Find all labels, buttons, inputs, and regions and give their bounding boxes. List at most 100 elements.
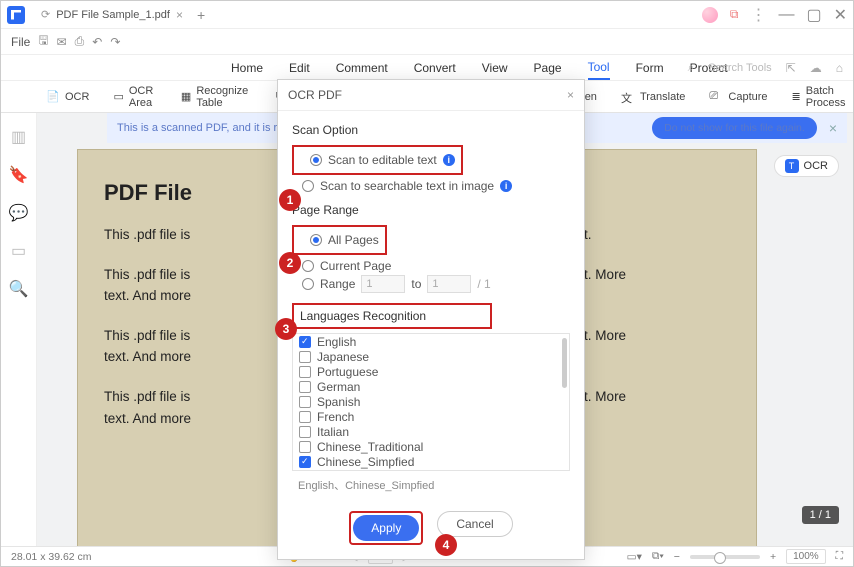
tab-close-icon[interactable]: × <box>176 8 183 22</box>
titlebar: ⟳ PDF File Sample_1.pdf × + ⧉ ⋮ — ▢ ✕ <box>1 1 853 29</box>
menu-convert[interactable]: Convert <box>414 57 456 79</box>
zoom-in-icon[interactable]: + <box>770 551 776 563</box>
scan-option-label: Scan Option <box>292 123 570 137</box>
page-badge: 1 / 1 <box>802 506 839 524</box>
redo-icon[interactable]: ↷ <box>110 35 120 49</box>
language-list[interactable]: EnglishJapanesePortugueseGermanSpanishFr… <box>292 333 570 471</box>
tool-translate[interactable]: 文Translate <box>621 90 685 104</box>
minimize-icon[interactable]: — <box>778 6 794 24</box>
mail-icon[interactable]: ✉ <box>57 35 67 49</box>
search-panel-icon[interactable]: 🔍 <box>9 279 29 299</box>
callout-3: 3 <box>275 318 297 340</box>
checkbox-icon <box>299 381 311 393</box>
close-icon[interactable]: ✕ <box>834 5 847 25</box>
tool-batch[interactable]: ≣Batch Process <box>792 85 851 109</box>
tab-document[interactable]: ⟳ PDF File Sample_1.pdf × <box>33 4 191 26</box>
fit-width-icon[interactable]: ▭▾ <box>627 551 642 563</box>
lang-option-portuguese[interactable]: Portuguese <box>299 365 569 379</box>
lang-option-japanese[interactable]: Japanese <box>299 350 569 364</box>
dialog-close-icon[interactable]: × <box>567 88 574 102</box>
radio-icon <box>302 278 314 290</box>
file-menu[interactable]: File <box>11 35 30 49</box>
banner-close-icon[interactable]: × <box>829 120 837 136</box>
checkbox-icon <box>299 336 311 348</box>
fullscreen-icon[interactable]: ⛶ <box>836 550 843 563</box>
range-to-input[interactable] <box>427 275 471 293</box>
menu-form[interactable]: Form <box>636 57 664 79</box>
status-coords: 28.01 x 39.62 cm <box>11 551 92 563</box>
cancel-button[interactable]: Cancel <box>437 511 512 537</box>
checkbox-icon <box>299 441 311 453</box>
undo-icon[interactable]: ↶ <box>92 35 102 49</box>
tab-label: PDF File Sample_1.pdf <box>56 9 170 21</box>
tab-add-icon[interactable]: + <box>197 7 205 23</box>
range-from-input[interactable] <box>361 275 405 293</box>
checkbox-icon <box>299 366 311 378</box>
radio-current-page[interactable]: Current Page <box>302 259 570 273</box>
more-icon[interactable]: ⋮ <box>750 5 766 25</box>
save-icon[interactable]: 🖫 <box>38 31 48 52</box>
lang-option-spanish[interactable]: Spanish <box>299 395 569 409</box>
lang-recognition-label: Languages Recognition <box>300 309 484 323</box>
ocr-dialog: OCR PDF × Scan Option Scan to editable t… <box>277 79 585 560</box>
notification-icon[interactable]: ⧉ <box>730 7 739 22</box>
checkbox-icon <box>299 411 311 423</box>
avatar[interactable] <box>702 7 718 23</box>
print-icon[interactable]: ⎙ <box>75 34 85 49</box>
radio-editable-text[interactable]: Scan to editable text i <box>310 153 455 167</box>
tool-ocr[interactable]: 📄OCR <box>46 90 89 104</box>
radio-icon <box>310 154 322 166</box>
menu-home[interactable]: Home <box>231 57 263 79</box>
radio-icon <box>302 260 314 272</box>
bookmarks-icon[interactable]: 🔖 <box>9 165 29 185</box>
menu-view[interactable]: View <box>482 57 508 79</box>
page-range-label: Page Range <box>292 203 570 217</box>
info-icon[interactable]: i <box>500 180 512 192</box>
menubar: Home Edit Comment Convert View Page Tool… <box>1 55 853 81</box>
attachments-icon[interactable]: ▭ <box>11 241 26 261</box>
app-icon <box>7 6 25 24</box>
menu-page[interactable]: Page <box>534 57 562 79</box>
lang-option-italian[interactable]: Italian <box>299 425 569 439</box>
home-icon[interactable]: ⌂ <box>836 61 843 75</box>
search-placeholder[interactable]: Search Tools <box>708 62 771 74</box>
lang-option-german[interactable]: German <box>299 380 569 394</box>
search-icon[interactable]: ⌕ <box>688 60 695 75</box>
lang-option-english[interactable]: English <box>299 335 569 349</box>
comments-icon[interactable]: 💬 <box>9 203 29 223</box>
radio-searchable-text[interactable]: Scan to searchable text in image i <box>302 179 570 193</box>
zoom-box[interactable]: 100% <box>786 549 826 564</box>
quickbar: File 🖫 ✉ ⎙ ↶ ↷ <box>1 29 853 55</box>
tool-ocr-area[interactable]: ▭OCR Area <box>113 85 156 109</box>
lang-summary: English、Chinese_Simpfied <box>298 477 570 493</box>
tool-capture[interactable]: ⎚Capture <box>709 90 767 104</box>
thumbnails-icon[interactable]: ▥ <box>11 127 26 147</box>
zoom-out-icon[interactable]: − <box>674 551 680 563</box>
radio-all-pages[interactable]: All Pages <box>310 233 379 247</box>
fit-page-icon[interactable]: ⧉▾ <box>652 550 664 563</box>
callout-2: 2 <box>279 252 301 274</box>
share-icon[interactable]: ⇱ <box>786 61 796 75</box>
ocr-chip-icon: T <box>785 159 799 173</box>
checkbox-icon <box>299 351 311 363</box>
checkbox-icon <box>299 396 311 408</box>
lang-option-chinese_simpfied[interactable]: Chinese_Simpfied <box>299 455 569 469</box>
menu-tool[interactable]: Tool <box>588 56 610 80</box>
cloud-icon[interactable]: ☁ <box>810 61 822 75</box>
menu-edit[interactable]: Edit <box>289 57 310 79</box>
sidebar: ▥ 🔖 💬 ▭ 🔍 <box>1 113 37 546</box>
tool-recognize-table[interactable]: ▦Recognize Table <box>181 85 252 109</box>
callout-1: 1 <box>279 189 301 211</box>
radio-range[interactable]: Range to / 1 <box>302 275 570 293</box>
maximize-icon[interactable]: ▢ <box>806 5 821 25</box>
scrollbar[interactable] <box>562 338 567 388</box>
menu-comment[interactable]: Comment <box>336 57 388 79</box>
zoom-slider[interactable] <box>690 555 760 559</box>
banner-hide-button[interactable]: Do not show for this file again. <box>652 117 817 139</box>
info-icon[interactable]: i <box>443 154 455 166</box>
dialog-header: OCR PDF × <box>278 80 584 111</box>
lang-option-french[interactable]: French <box>299 410 569 424</box>
ocr-chip[interactable]: T OCR <box>774 155 839 177</box>
apply-button[interactable]: Apply <box>353 515 419 541</box>
lang-option-chinese_traditional[interactable]: Chinese_Traditional <box>299 440 569 454</box>
